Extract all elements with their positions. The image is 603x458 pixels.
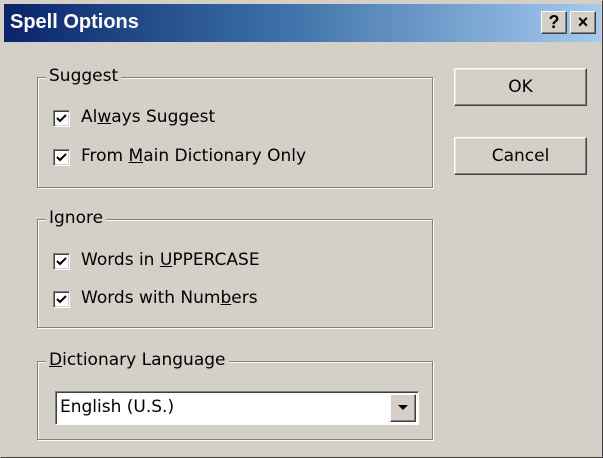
ok-button[interactable]: OK <box>454 68 587 106</box>
label-part: Words with Num <box>81 288 221 308</box>
check-icon <box>56 295 67 304</box>
always-suggest-label: Always Suggest <box>81 107 215 127</box>
label-part: ays Suggest <box>111 107 216 127</box>
label-part: Al <box>81 107 98 127</box>
label-part: ain Dictionary Only <box>143 146 307 166</box>
ignore-group-label: Ignore <box>46 208 107 228</box>
check-icon <box>56 153 67 162</box>
dropdown-button[interactable] <box>390 394 416 422</box>
label-part: PPERCASE <box>172 250 260 270</box>
checkbox-box[interactable] <box>53 110 70 127</box>
label-part: From <box>81 146 129 166</box>
suggest-group: Suggest Always Suggest From Main Diction… <box>37 66 433 188</box>
label-part: ictionary Language <box>62 350 226 370</box>
checkbox-box[interactable] <box>53 253 70 270</box>
mnemonic-key: b <box>220 288 232 308</box>
ignore-group: Ignore Words in UPPERCASE Words with Num… <box>37 208 433 328</box>
main-dictionary-only-label: From Main Dictionary Only <box>81 146 306 166</box>
uppercase-label: Words in UPPERCASE <box>81 250 260 270</box>
check-icon <box>56 114 67 123</box>
cancel-button[interactable]: Cancel <box>454 137 587 175</box>
mnemonic-key: U <box>159 250 173 270</box>
dialog-title: Spell Options <box>10 11 139 33</box>
mnemonic-key: M <box>128 146 144 166</box>
dictionary-language-select[interactable]: English (U.S.) <box>55 391 419 425</box>
suggest-group-label: Suggest <box>46 66 122 86</box>
dictionary-language-label: Dictionary Language <box>46 350 229 370</box>
title-bar[interactable]: Spell Options ? × <box>4 4 601 42</box>
checkbox-box[interactable] <box>53 149 70 166</box>
close-icon: × <box>577 12 589 32</box>
dropdown-arrow-icon <box>398 405 408 410</box>
numbers-label: Words with Numbers <box>81 288 258 308</box>
mnemonic-key: w <box>97 107 112 127</box>
close-button[interactable]: × <box>570 11 596 34</box>
spell-options-dialog: Spell Options ? × Suggest Always Suggest… <box>0 0 603 458</box>
label-part: Words in <box>81 250 160 270</box>
checkbox-box[interactable] <box>53 291 70 308</box>
dictionary-language-group: Dictionary Language English (U.S.) <box>37 350 433 440</box>
check-icon <box>56 257 67 266</box>
help-icon: ? <box>548 12 560 32</box>
selected-language: English (U.S.) <box>60 397 175 417</box>
mnemonic-key: D <box>49 350 63 370</box>
label-part: ers <box>231 288 258 308</box>
help-button[interactable]: ? <box>541 11 567 34</box>
